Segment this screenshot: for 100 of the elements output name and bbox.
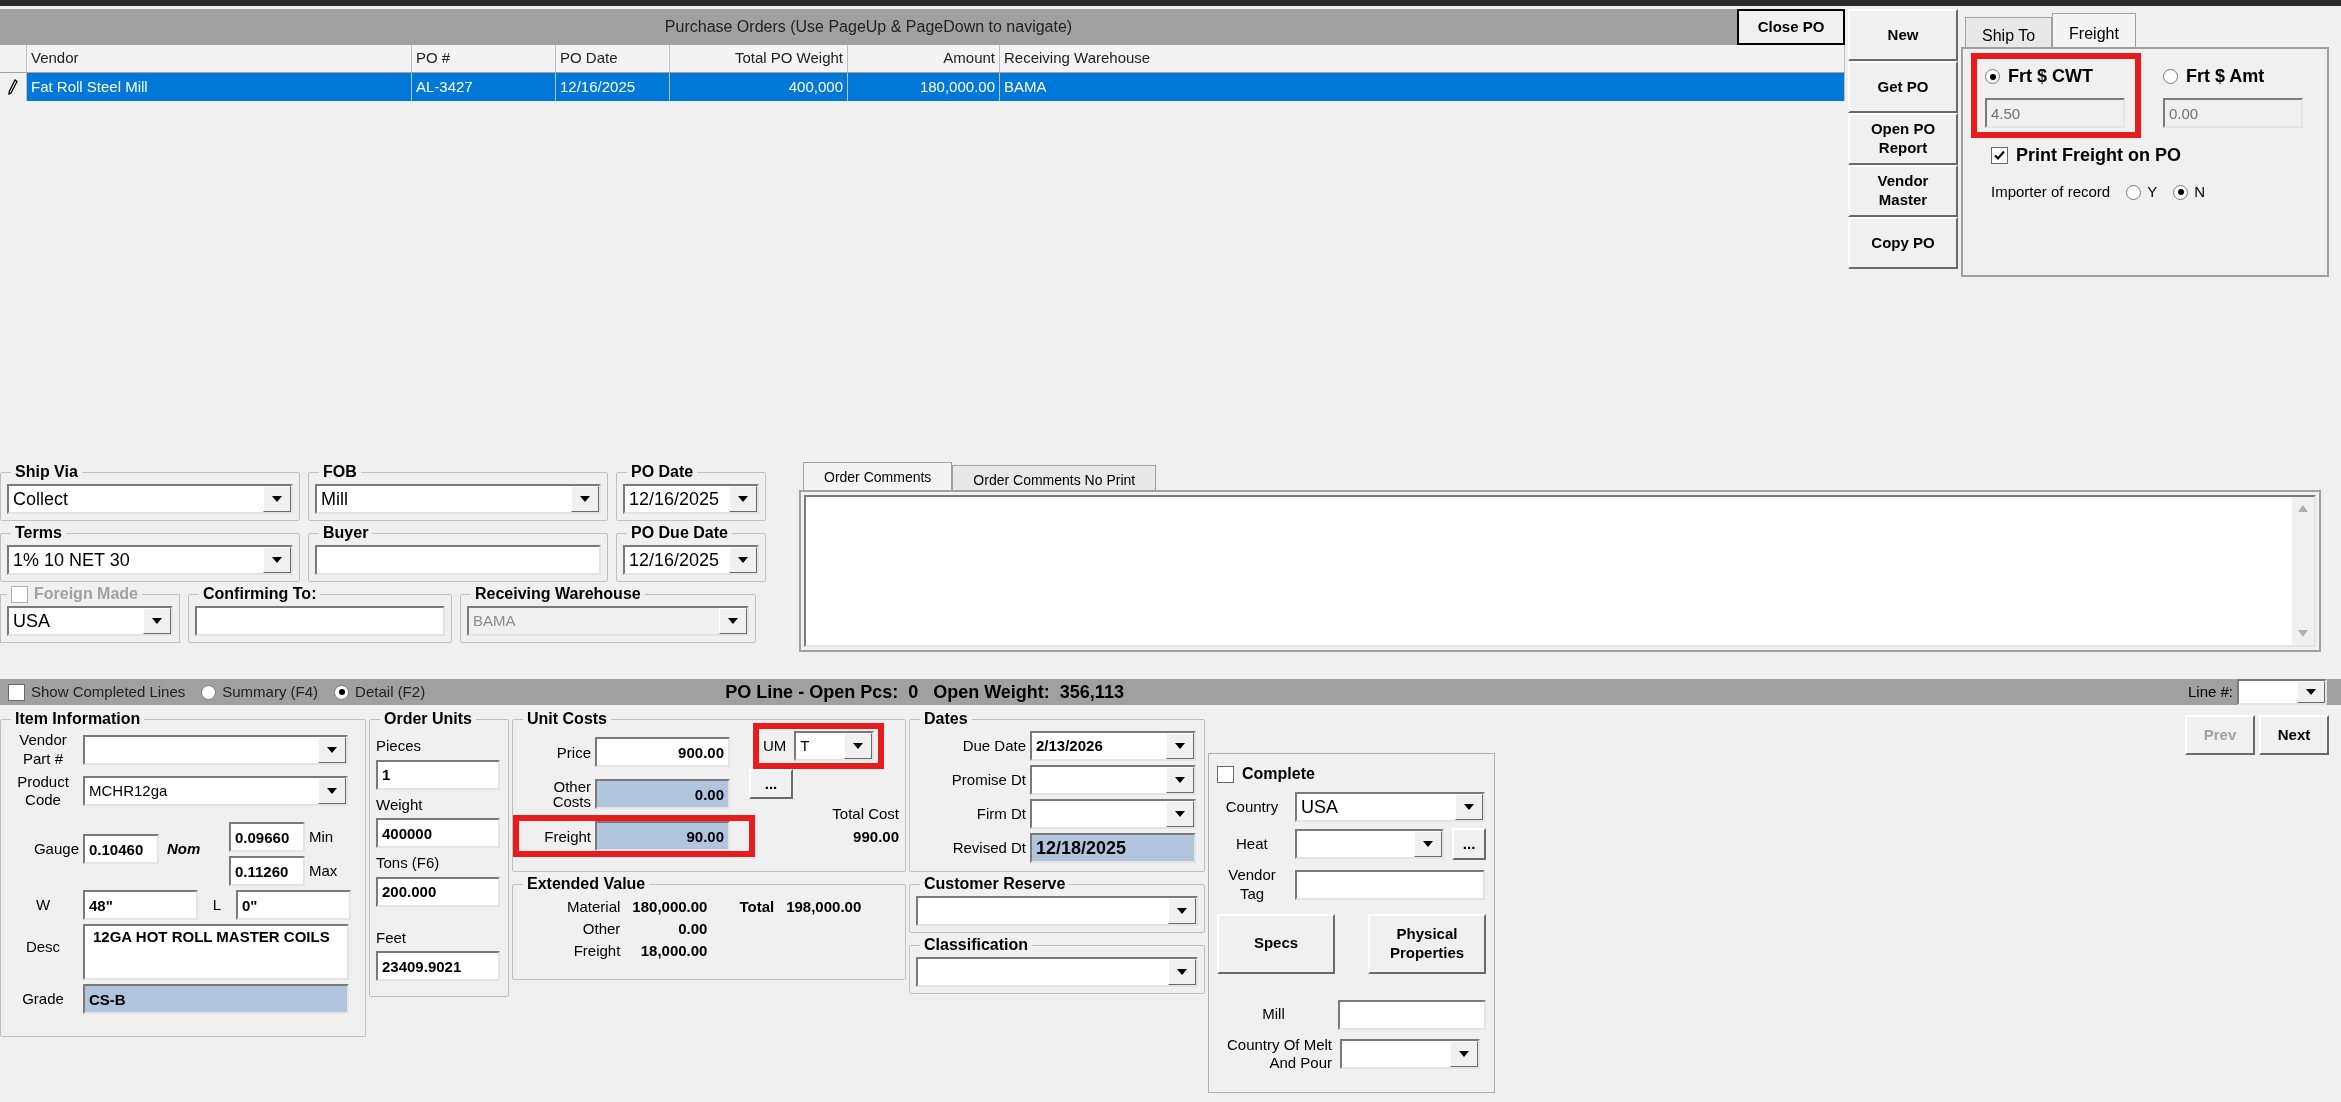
tab[interactable]: Ship To xyxy=(1965,17,2053,47)
dropdown[interactable]: 1% 10 NET 30 xyxy=(7,545,293,575)
column-header[interactable]: PO Date xyxy=(556,45,670,72)
radio-button[interactable] xyxy=(334,684,350,700)
input-field[interactable]: 12/18/2025 xyxy=(1030,833,1196,863)
option-label: N xyxy=(2194,182,2206,202)
group-title: Buyer xyxy=(322,523,370,543)
group-title: Customer Reserve xyxy=(923,874,1067,894)
column-header[interactable]: Receiving Warehouse xyxy=(1000,45,1845,72)
input-field[interactable]: 0" xyxy=(236,890,351,920)
input-field[interactable] xyxy=(1295,869,1485,900)
radio-button[interactable] xyxy=(201,684,217,700)
field-label: Product Code xyxy=(16,772,70,810)
group-title: Classification xyxy=(923,935,1030,955)
field-label: Price xyxy=(555,744,591,760)
value-text: 198,000.00 xyxy=(786,897,862,917)
tab[interactable]: Order Comments xyxy=(803,462,953,490)
option-label: Frt $ CWT xyxy=(2008,65,2093,88)
input-field[interactable]: 0.09660 xyxy=(229,822,305,852)
table-row[interactable]: Fat Roll Steel Mill AL-3427 12/16/2025 400,000 180,000.00 BAMA xyxy=(0,73,1845,101)
side-button[interactable]: Open PO Report xyxy=(1848,113,1958,165)
group-title: Item Information xyxy=(14,709,142,729)
field-label: Total xyxy=(739,897,775,917)
nav-button[interactable]: Next xyxy=(2259,715,2329,755)
action-button[interactable]: Physical Properties xyxy=(1368,913,1486,974)
dropdown[interactable]: 2/13/2026 xyxy=(1030,731,1196,761)
dropdown[interactable]: T xyxy=(794,731,875,761)
input-field[interactable] xyxy=(1338,999,1486,1030)
field-label: Vendor Part # xyxy=(18,731,68,769)
radio-button[interactable] xyxy=(2126,184,2142,200)
side-button[interactable]: New xyxy=(1848,9,1958,61)
field-label: Grade xyxy=(21,988,65,1009)
dropdown[interactable] xyxy=(2237,679,2327,705)
input-field[interactable]: 200.000 xyxy=(376,876,500,907)
input-field[interactable]: 23409.9021 xyxy=(376,951,500,981)
dropdown[interactable]: MCHR12ga xyxy=(83,776,348,807)
side-button[interactable]: Copy PO xyxy=(1848,217,1958,269)
action-button[interactable]: Specs xyxy=(1217,913,1335,974)
dropdown[interactable] xyxy=(83,734,348,765)
input-field[interactable]: 1 xyxy=(376,759,500,790)
group-title: Terms xyxy=(14,523,63,543)
dropdown[interactable]: Mill xyxy=(315,484,601,514)
group-title: Extended Value xyxy=(526,874,647,894)
column-header[interactable]: Vendor xyxy=(27,45,412,72)
field-label: W xyxy=(34,894,52,915)
input-field[interactable]: 900.00 xyxy=(595,737,730,767)
input-field[interactable]: 400000 xyxy=(376,818,500,848)
radio-button[interactable] xyxy=(2173,184,2189,200)
column-header[interactable]: PO # xyxy=(412,45,556,72)
checkbox[interactable] xyxy=(1217,765,1234,783)
dropdown[interactable] xyxy=(916,896,1198,926)
close-po-button[interactable]: Close PO xyxy=(1737,9,1845,45)
field-label: L xyxy=(211,894,223,915)
group-title: PO Date xyxy=(630,462,695,482)
field-label: Other Costs xyxy=(551,779,591,809)
input-field[interactable]: CS-B xyxy=(83,984,349,1014)
dropdown[interactable] xyxy=(1340,1039,1480,1070)
input-field[interactable]: 90.00 xyxy=(595,821,730,851)
field-label: Freight xyxy=(572,941,621,961)
checkbox[interactable] xyxy=(8,683,25,701)
dropdown[interactable] xyxy=(916,957,1198,987)
field-label: Firm Dt xyxy=(975,803,1026,824)
side-button[interactable]: Vendor Master xyxy=(1848,165,1958,217)
option-label: Frt $ Amt xyxy=(2186,65,2265,88)
column-header[interactable]: Total PO Weight xyxy=(670,45,848,72)
more-button[interactable]: ... xyxy=(749,769,793,799)
tab[interactable]: Freight xyxy=(2052,13,2136,47)
description-field[interactable]: 12GA HOT ROLL MASTER COILS xyxy=(83,924,349,980)
field-label: Nom xyxy=(166,839,202,859)
dropdown[interactable] xyxy=(1294,829,1445,859)
dropdown[interactable]: 12/16/2025 xyxy=(623,545,759,575)
input-field[interactable]: 0.11260 xyxy=(229,856,305,886)
field-label: Total Cost xyxy=(832,804,899,824)
field-label: Importer of record xyxy=(1991,182,2111,202)
input-field[interactable]: 48" xyxy=(83,890,198,920)
option-label: Summary (F4) xyxy=(222,681,319,702)
value-text: 0.00 xyxy=(677,919,708,939)
field-label: Heat xyxy=(1235,833,1269,854)
tab[interactable]: Order Comments No Print xyxy=(952,465,1157,490)
dropdown[interactable] xyxy=(1030,799,1196,829)
checkbox-label: Print Freight on PO xyxy=(2016,144,2181,167)
field-label: Tons (F6) xyxy=(376,853,441,873)
dropdown[interactable]: USA xyxy=(1295,792,1485,822)
dropdown[interactable]: Collect xyxy=(7,484,293,514)
more-button[interactable]: ... xyxy=(1452,828,1486,860)
dropdown[interactable] xyxy=(1030,765,1196,795)
field-label: Material xyxy=(567,897,621,917)
column-header[interactable]: Amount xyxy=(848,45,1000,72)
field-label: Freight xyxy=(543,828,591,844)
group-title: Receiving Warehouse xyxy=(474,584,642,604)
checkbox[interactable] xyxy=(1991,147,2008,164)
input-field[interactable] xyxy=(195,606,445,636)
checkbox-label: Foreign Made xyxy=(34,584,138,604)
side-button[interactable]: Get PO xyxy=(1848,61,1958,113)
input-field[interactable]: 0.00 xyxy=(595,779,730,809)
group-title: PO Due Date xyxy=(630,523,729,543)
group-title: Ship Via xyxy=(14,462,79,482)
input-field[interactable]: 0.10460 xyxy=(83,834,159,864)
input-field[interactable] xyxy=(315,545,601,575)
dropdown[interactable]: 12/16/2025 xyxy=(623,484,759,514)
